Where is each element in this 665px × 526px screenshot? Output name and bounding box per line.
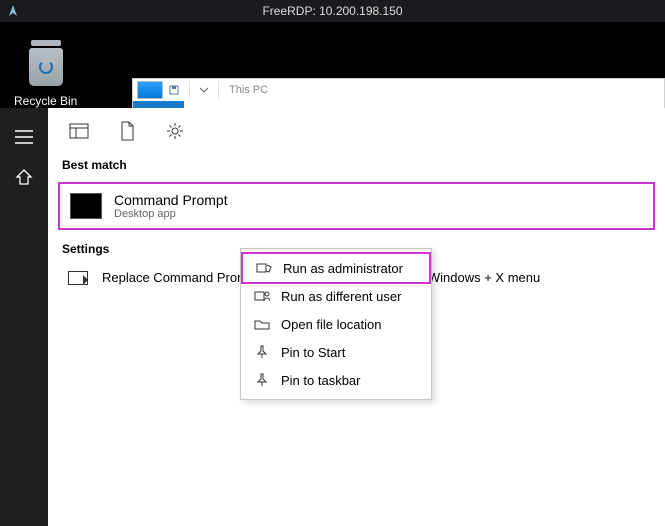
remote-title: FreeRDP: 10.200.198.150 bbox=[262, 4, 402, 18]
pin-taskbar-icon bbox=[253, 372, 271, 388]
start-sidebar bbox=[0, 108, 48, 526]
this-pc-icon[interactable] bbox=[137, 81, 163, 99]
home-icon[interactable] bbox=[15, 168, 33, 186]
ctx-run-as-different-user[interactable]: Run as different user bbox=[241, 282, 431, 310]
freerdp-icon bbox=[6, 4, 20, 18]
user-icon bbox=[253, 288, 271, 304]
hamburger-icon[interactable] bbox=[15, 130, 33, 144]
documents-filter-icon[interactable] bbox=[116, 120, 138, 142]
section-best-match: Best match bbox=[48, 150, 665, 178]
save-icon[interactable] bbox=[169, 85, 179, 95]
recycle-bin-label: Recycle Bin bbox=[14, 94, 77, 108]
recycle-bin-icon bbox=[25, 40, 67, 88]
pin-start-icon bbox=[253, 344, 271, 360]
ctx-pin-to-start[interactable]: Pin to Start bbox=[241, 338, 431, 366]
remote-titlebar: FreeRDP: 10.200.198.150 bbox=[0, 0, 665, 22]
breadcrumb[interactable]: This PC bbox=[229, 84, 268, 96]
command-prompt-icon bbox=[70, 193, 102, 219]
result-command-prompt[interactable]: Command Prompt Desktop app bbox=[58, 182, 655, 230]
apps-filter-icon[interactable] bbox=[68, 120, 90, 142]
result-subtitle: Desktop app bbox=[114, 208, 228, 220]
dropdown-icon[interactable] bbox=[200, 86, 208, 94]
ctx-open-file-location[interactable]: Open file location bbox=[241, 310, 431, 338]
settings-filter-icon[interactable] bbox=[164, 120, 186, 142]
recycle-bin[interactable]: Recycle Bin bbox=[14, 40, 77, 108]
folder-icon bbox=[253, 316, 271, 332]
ctx-pin-to-taskbar[interactable]: Pin to taskbar bbox=[241, 366, 431, 394]
result-title: Command Prompt bbox=[114, 192, 228, 208]
context-menu: Run as administrator Run as different us… bbox=[240, 248, 432, 400]
ctx-run-as-administrator[interactable]: Run as administrator bbox=[241, 252, 431, 284]
admin-shield-icon bbox=[255, 260, 273, 276]
swap-icon bbox=[68, 271, 88, 285]
